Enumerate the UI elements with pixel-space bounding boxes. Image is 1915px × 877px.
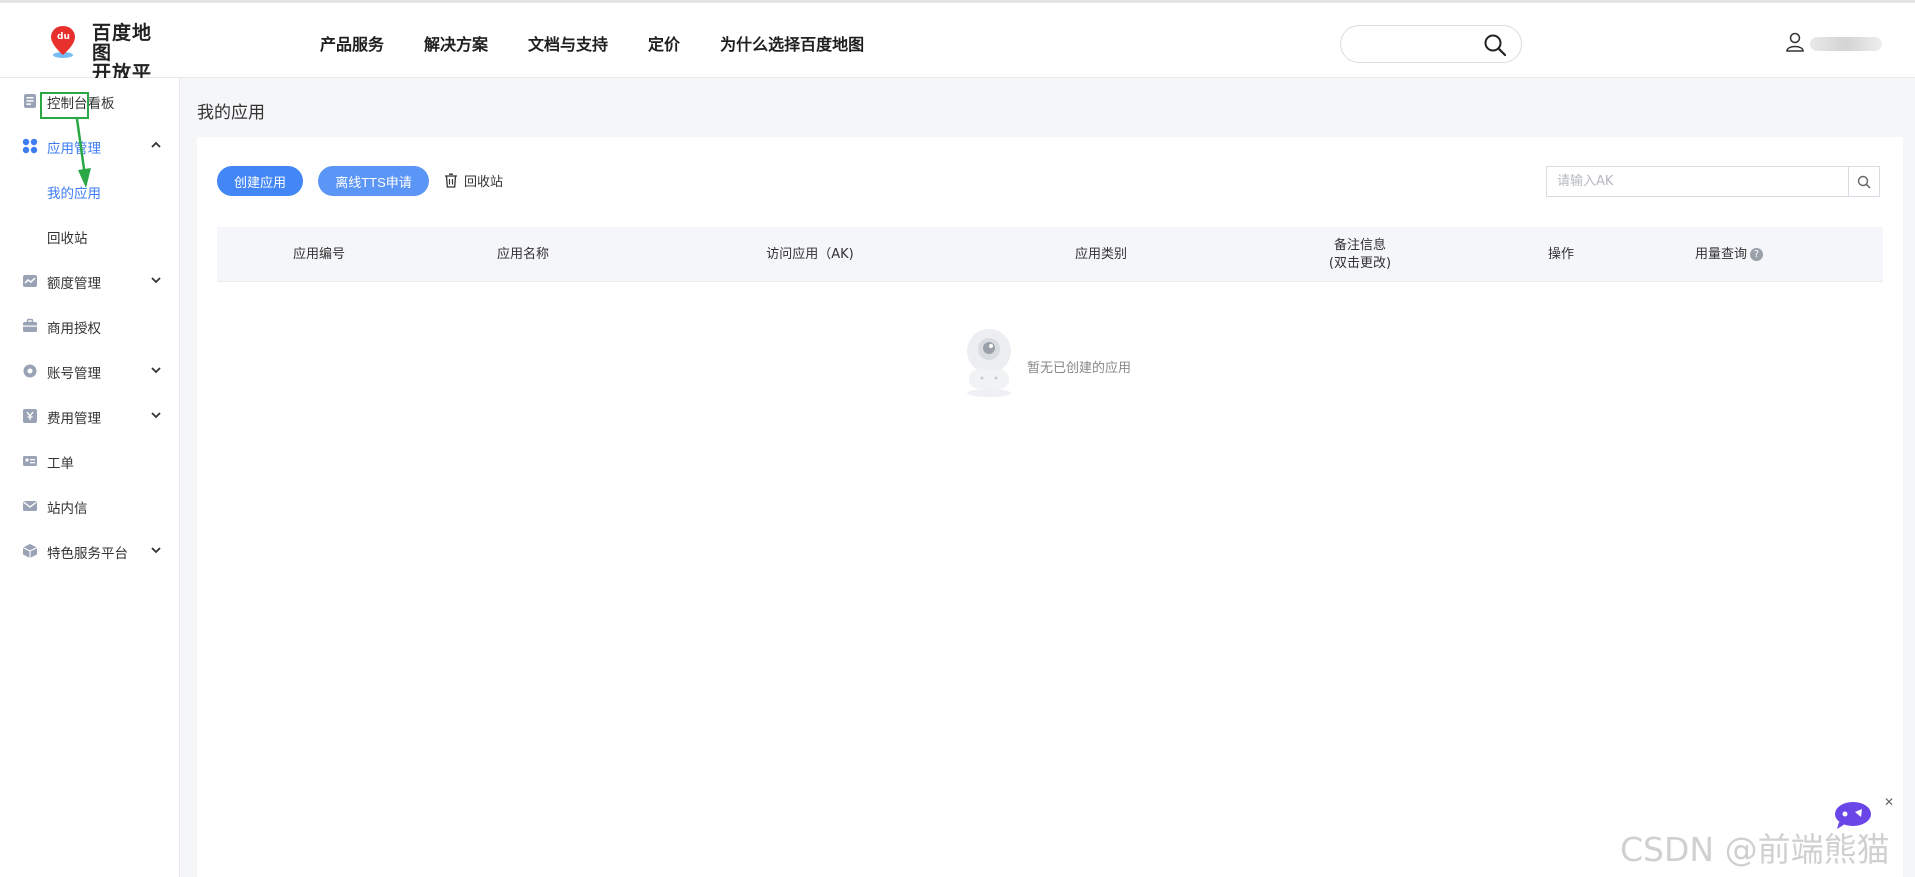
sidebar-item-label: 我的应用	[47, 186, 101, 202]
baidu-map-logo[interactable]: du 百度地图 开放平台	[50, 22, 170, 103]
remarks-label: 备注信息	[1333, 237, 1386, 253]
chevron-down-icon[interactable]	[150, 544, 162, 556]
sidebar-item-label: 额度管理	[47, 276, 101, 292]
cube-icon	[22, 544, 38, 558]
usage-label: 用量查询	[1694, 246, 1748, 262]
top-bar: du 百度地图 开放平台 产品服务 解决方案 文档与支持 定价 为什么选择百度地…	[0, 0, 1915, 103]
map-pin-logo-icon	[51, 26, 75, 58]
sidebar-item-label: 费用管理	[47, 411, 101, 427]
apps-table-header: 应用编号 应用名称 访问应用（AK) 应用类别 备注信息 (双击更改) 操作 用…	[217, 227, 1883, 282]
sidebar-item-recycle-bin[interactable]: 回收站	[0, 213, 179, 258]
empty-state-text: 暂无已创建的应用	[1027, 361, 1132, 376]
sidebar-item-label: 控制台看板	[47, 96, 115, 112]
chevron-down-icon[interactable]	[150, 364, 162, 376]
sidebar-item-dashboard[interactable]: 控制台看板	[0, 78, 179, 123]
sidebar-item-label: 工单	[47, 456, 74, 472]
column-header-app-type: 应用类别	[1074, 246, 1128, 262]
quota-icon	[23, 275, 37, 287]
sidebar-item-label: 账号管理	[47, 366, 101, 382]
column-header-usage: 用量查询 ?	[1694, 227, 1764, 282]
page-title: 我的应用	[197, 103, 265, 123]
ak-search-button[interactable]	[1848, 167, 1879, 196]
column-header-app-id: 应用编号	[292, 246, 346, 262]
chevron-up-icon[interactable]	[150, 139, 162, 151]
empty-mascot-icon	[967, 329, 1011, 397]
create-app-button[interactable]: 创建应用	[217, 166, 303, 196]
briefcase-icon	[23, 318, 37, 332]
sidebar-item-label: 站内信	[47, 501, 88, 517]
sidebar-item-my-apps[interactable]: 我的应用	[0, 168, 179, 213]
trash-icon	[445, 173, 457, 188]
column-header-ak: 访问应用（AK)	[766, 246, 854, 262]
apps-icon	[22, 138, 38, 154]
column-header-remarks: 备注信息 (双击更改)	[1329, 227, 1391, 282]
nav-solutions[interactable]: 解决方案	[424, 31, 488, 55]
sidebar-item-quota[interactable]: 额度管理	[0, 258, 179, 303]
nav-docs[interactable]: 文档与支持	[528, 31, 608, 55]
ak-search-box	[1546, 166, 1880, 197]
search-icon	[1857, 175, 1871, 189]
sidebar-item-label: 回收站	[47, 231, 88, 247]
gear-icon	[23, 364, 37, 378]
close-icon[interactable]: ✕	[1884, 795, 1894, 809]
sidebar-item-label: 应用管理	[47, 141, 101, 157]
chevron-down-icon[interactable]	[150, 274, 162, 286]
nav-pricing[interactable]: 定价	[648, 31, 680, 55]
user-name-blurred[interactable]	[1810, 37, 1882, 51]
apps-panel: 创建应用 离线TTS申请 回收站 应用编号 应用名称 访问应用（AK) 应用类别…	[197, 137, 1903, 877]
nav-products[interactable]: 产品服务	[320, 31, 384, 55]
column-header-app-name: 应用名称	[496, 246, 550, 262]
top-search-box[interactable]	[1340, 25, 1522, 63]
sidebar-item-billing[interactable]: 费用管理	[0, 393, 179, 438]
logo-line-1: 百度地图	[92, 22, 153, 64]
ak-search-input[interactable]	[1547, 167, 1851, 196]
user-icon[interactable]	[1785, 32, 1805, 52]
sidebar-item-commercial-license[interactable]: 商用授权	[0, 303, 179, 348]
nav-why-baidu[interactable]: 为什么选择百度地图	[720, 31, 864, 55]
logo-badge: du	[57, 32, 70, 42]
remarks-hint: (双击更改)	[1328, 255, 1392, 271]
sidebar-item-messages[interactable]: 站内信	[0, 483, 179, 528]
sidebar-item-label: 特色服务平台	[47, 546, 128, 562]
empty-state: 暂无已创建的应用	[961, 327, 1261, 407]
search-icon[interactable]	[1483, 33, 1507, 57]
chevron-down-icon[interactable]	[150, 409, 162, 421]
chat-assistant-icon[interactable]	[1833, 800, 1873, 830]
mail-icon	[23, 501, 37, 511]
sidebar-item-label: 商用授权	[47, 321, 101, 337]
sidebar-item-account[interactable]: 账号管理	[0, 348, 179, 393]
sidebar-item-featured-services[interactable]: 特色服务平台	[0, 528, 179, 573]
ticket-icon	[23, 456, 37, 466]
sidebar-item-app-management[interactable]: 应用管理	[0, 123, 179, 168]
recycle-bin-button[interactable]: 回收站	[444, 171, 503, 190]
yen-icon	[23, 409, 37, 423]
help-icon[interactable]: ?	[1750, 248, 1764, 261]
main-nav: 产品服务 解决方案 文档与支持 定价 为什么选择百度地图	[320, 31, 904, 55]
offline-tts-apply-button[interactable]: 离线TTS申请	[318, 166, 429, 196]
sidebar: 控制台看板 应用管理 我的应用 回收站 额度管理 商用授权 账号管理 费用管理 …	[0, 78, 180, 877]
dashboard-icon	[24, 94, 36, 108]
recycle-bin-label: 回收站	[464, 175, 504, 190]
sidebar-item-ticket[interactable]: 工单	[0, 438, 179, 483]
column-header-actions: 操作	[1547, 246, 1575, 262]
